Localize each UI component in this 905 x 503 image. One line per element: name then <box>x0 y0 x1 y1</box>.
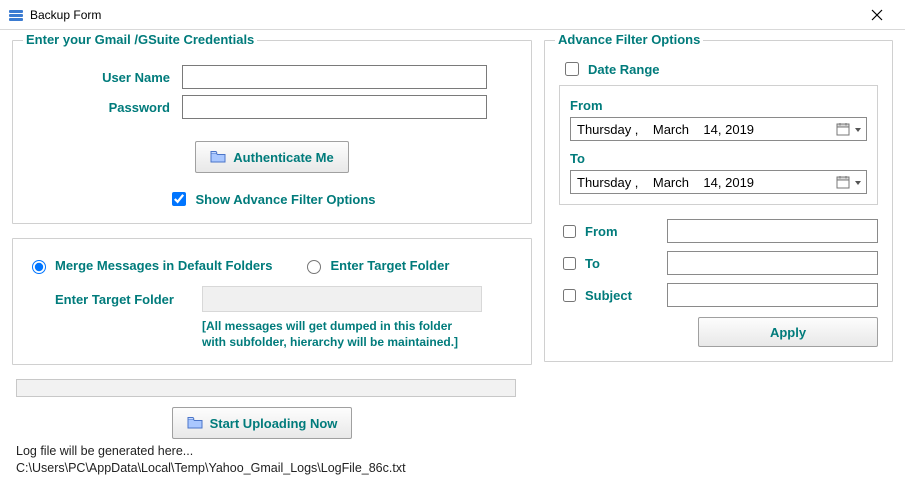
filter-subject-label: Subject <box>585 288 632 303</box>
username-label: User Name <box>27 70 182 85</box>
show-advance-label: Show Advance Filter Options <box>195 192 375 207</box>
password-label: Password <box>27 100 182 115</box>
filter-from-checkbox[interactable] <box>563 225 576 238</box>
folder-icon <box>210 150 226 164</box>
window-title: Backup Form <box>30 8 101 22</box>
progress-bar <box>16 379 516 397</box>
upload-button[interactable]: Start Uploading Now <box>172 407 353 439</box>
authenticate-button-label: Authenticate Me <box>233 150 333 165</box>
date-from-value: Thursday , March 14, 2019 <box>575 122 836 137</box>
username-input[interactable] <box>182 65 487 89</box>
titlebar: Backup Form <box>0 0 905 30</box>
target-radio[interactable] <box>307 260 321 274</box>
merge-radio[interactable] <box>32 260 46 274</box>
apply-button-label: Apply <box>770 325 806 340</box>
date-to-value: Thursday , March 14, 2019 <box>575 175 836 190</box>
calendar-icon <box>836 122 850 136</box>
advance-legend: Advance Filter Options <box>555 32 703 47</box>
advance-group: Advance Filter Options Date Range From T… <box>544 40 893 362</box>
calendar-icon <box>836 175 850 189</box>
date-range-checkbox[interactable] <box>565 62 579 76</box>
target-radio-row[interactable]: Enter Target Folder <box>302 257 449 274</box>
merge-radio-label: Merge Messages in Default Folders <box>55 258 272 273</box>
filter-from-label: From <box>585 224 618 239</box>
filter-subject-input[interactable] <box>667 283 878 307</box>
apply-button[interactable]: Apply <box>698 317 878 347</box>
filter-subject-checkbox[interactable] <box>563 289 576 302</box>
upload-button-label: Start Uploading Now <box>210 416 338 431</box>
date-to-picker[interactable]: Thursday , March 14, 2019 <box>570 170 867 194</box>
merge-radio-row[interactable]: Merge Messages in Default Folders <box>27 257 272 274</box>
date-range-checkbox-row[interactable]: Date Range <box>561 59 660 79</box>
show-advance-checkbox[interactable] <box>172 192 186 206</box>
filter-to-label: To <box>585 256 600 271</box>
chevron-down-icon <box>854 122 862 137</box>
target-folder-hint: [All messages will get dumped in this fo… <box>27 318 517 350</box>
filter-to-input[interactable] <box>667 251 878 275</box>
folder-icon <box>187 416 203 430</box>
close-button[interactable] <box>857 1 897 29</box>
authenticate-button[interactable]: Authenticate Me <box>195 141 348 173</box>
target-folder-label: Enter Target Folder <box>27 292 202 307</box>
chevron-down-icon <box>854 175 862 190</box>
date-range-label: Date Range <box>588 62 660 77</box>
date-to-label: To <box>570 151 867 166</box>
close-icon <box>871 9 883 21</box>
log-path-text: Log file will be generated here... C:\Us… <box>12 439 532 477</box>
show-advance-checkbox-row[interactable]: Show Advance Filter Options <box>168 189 375 209</box>
app-icon <box>8 7 24 23</box>
date-from-label: From <box>570 98 867 113</box>
date-range-block: From Thursday , March 14, 2019 To Thursd… <box>559 85 878 205</box>
credentials-legend: Enter your Gmail /GSuite Credentials <box>23 32 257 47</box>
filter-from-input[interactable] <box>667 219 878 243</box>
date-from-picker[interactable]: Thursday , March 14, 2019 <box>570 117 867 141</box>
filter-to-checkbox[interactable] <box>563 257 576 270</box>
target-folder-input <box>202 286 482 312</box>
password-input[interactable] <box>182 95 487 119</box>
folder-group: Merge Messages in Default Folders Enter … <box>12 238 532 365</box>
credentials-group: Enter your Gmail /GSuite Credentials Use… <box>12 40 532 224</box>
target-radio-label: Enter Target Folder <box>330 258 449 273</box>
